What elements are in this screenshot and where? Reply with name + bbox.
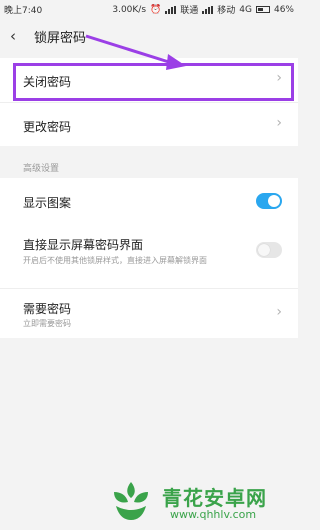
show-pattern-label: 显示图案 <box>23 196 72 210</box>
direct-show-toggle[interactable] <box>256 242 282 258</box>
status-bar: 晚上7:40 3.00K/s ⏰ 联通 移动 4G 46% <box>0 0 298 18</box>
signal-icon-2 <box>202 5 214 14</box>
show-pattern-row: 显示图案 <box>0 178 298 224</box>
change-password-label: 更改密码 <box>23 120 72 134</box>
advanced-section-title: 高级设置 <box>23 164 60 174</box>
network-type: 4G <box>239 4 252 15</box>
net-speed: 3.00K/s <box>112 4 147 15</box>
page-title: 锁屏密码 <box>34 31 87 46</box>
watermark-logo <box>114 482 148 520</box>
carrier-1: 联通 <box>180 6 199 16</box>
require-password-desc: 立即需要密码 <box>23 319 71 328</box>
require-password-label: 需要密码 <box>23 302 72 316</box>
direct-show-row: 直接显示屏幕密码界面 开启后不使用其他锁屏样式，直接进入屏幕解锁界面 <box>0 224 298 276</box>
annotation-highlight-box <box>13 63 294 101</box>
status-right: 3.00K/s ⏰ 联通 移动 4G 46% <box>112 3 294 17</box>
toggle-knob <box>258 244 270 256</box>
carrier-2: 移动 <box>217 6 236 16</box>
direct-show-desc: 开启后不使用其他锁屏样式，直接进入屏幕解锁界面 <box>23 256 207 265</box>
signal-icon <box>165 5 177 14</box>
status-time: 晚上7:40 <box>4 6 43 16</box>
battery-level: 46% <box>273 4 294 15</box>
chevron-right-icon: › <box>276 115 282 131</box>
toggle-knob <box>268 195 280 207</box>
chevron-left-icon[interactable]: ‹ <box>10 27 16 45</box>
advanced-card: 显示图案 直接显示屏幕密码界面 开启后不使用其他锁屏样式，直接进入屏幕解锁界面 … <box>0 178 298 338</box>
direct-show-label: 直接显示屏幕密码界面 <box>23 238 144 252</box>
require-password-row[interactable]: 需要密码 立即需要密码 › <box>0 289 298 338</box>
change-password-row[interactable]: 更改密码 › <box>0 103 298 146</box>
watermark-url: www.qhhlv.com <box>170 508 257 521</box>
battery-icon <box>255 6 270 13</box>
alarm-icon: ⏰ <box>150 4 162 15</box>
app-header: ‹ 锁屏密码 <box>0 18 298 54</box>
watermark: 青花安卓网 www.qhhlv.com <box>108 478 288 526</box>
chevron-right-icon: › <box>276 304 282 320</box>
watermark-name: 青花安卓网 <box>162 486 267 510</box>
show-pattern-toggle[interactable] <box>256 193 282 209</box>
